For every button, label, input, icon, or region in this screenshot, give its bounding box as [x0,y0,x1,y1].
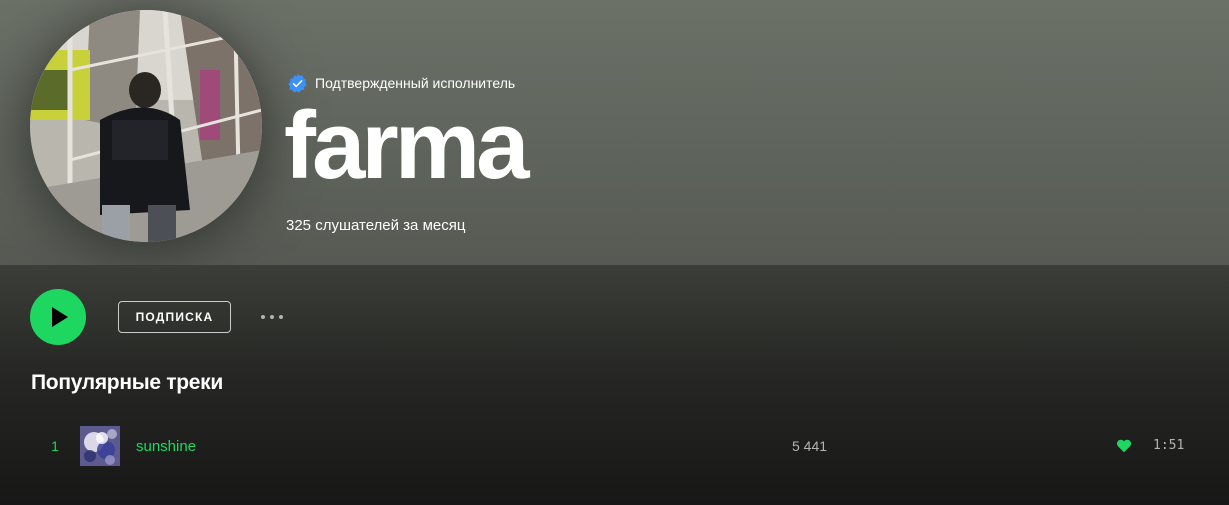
more-options-icon [261,315,265,319]
track-play-count: 5 441 [792,438,828,454]
track-cover-art[interactable] [80,426,120,466]
more-options-icon [279,315,283,319]
more-options-button[interactable] [256,306,288,328]
artist-name: farma [284,92,529,199]
artist-avatar [30,10,262,242]
verified-artist-row: Подтвержденный исполнитель [287,72,515,94]
heart-icon[interactable] [1116,438,1132,454]
artist-header: Подтвержденный исполнитель farma 325 слу… [0,0,1229,265]
verified-badge-icon [288,73,307,93]
track-title-link[interactable]: sunshine [136,438,196,455]
play-icon [52,307,68,327]
verified-artist-label: Подтвержденный исполнитель [315,75,516,91]
track-row[interactable]: 1 sunshine 5 441 1:51 [16,421,1213,471]
monthly-listeners: 325 слушателей за месяц [286,217,466,234]
track-duration: 1:51 [1153,438,1185,453]
play-button[interactable] [30,289,86,345]
popular-tracks-heading: Популярные треки [31,371,223,394]
artist-photo-icon [30,10,262,242]
track-number: 1 [51,438,59,454]
more-options-icon [270,315,274,319]
follow-button[interactable]: ПОДПИСКА [118,301,231,333]
